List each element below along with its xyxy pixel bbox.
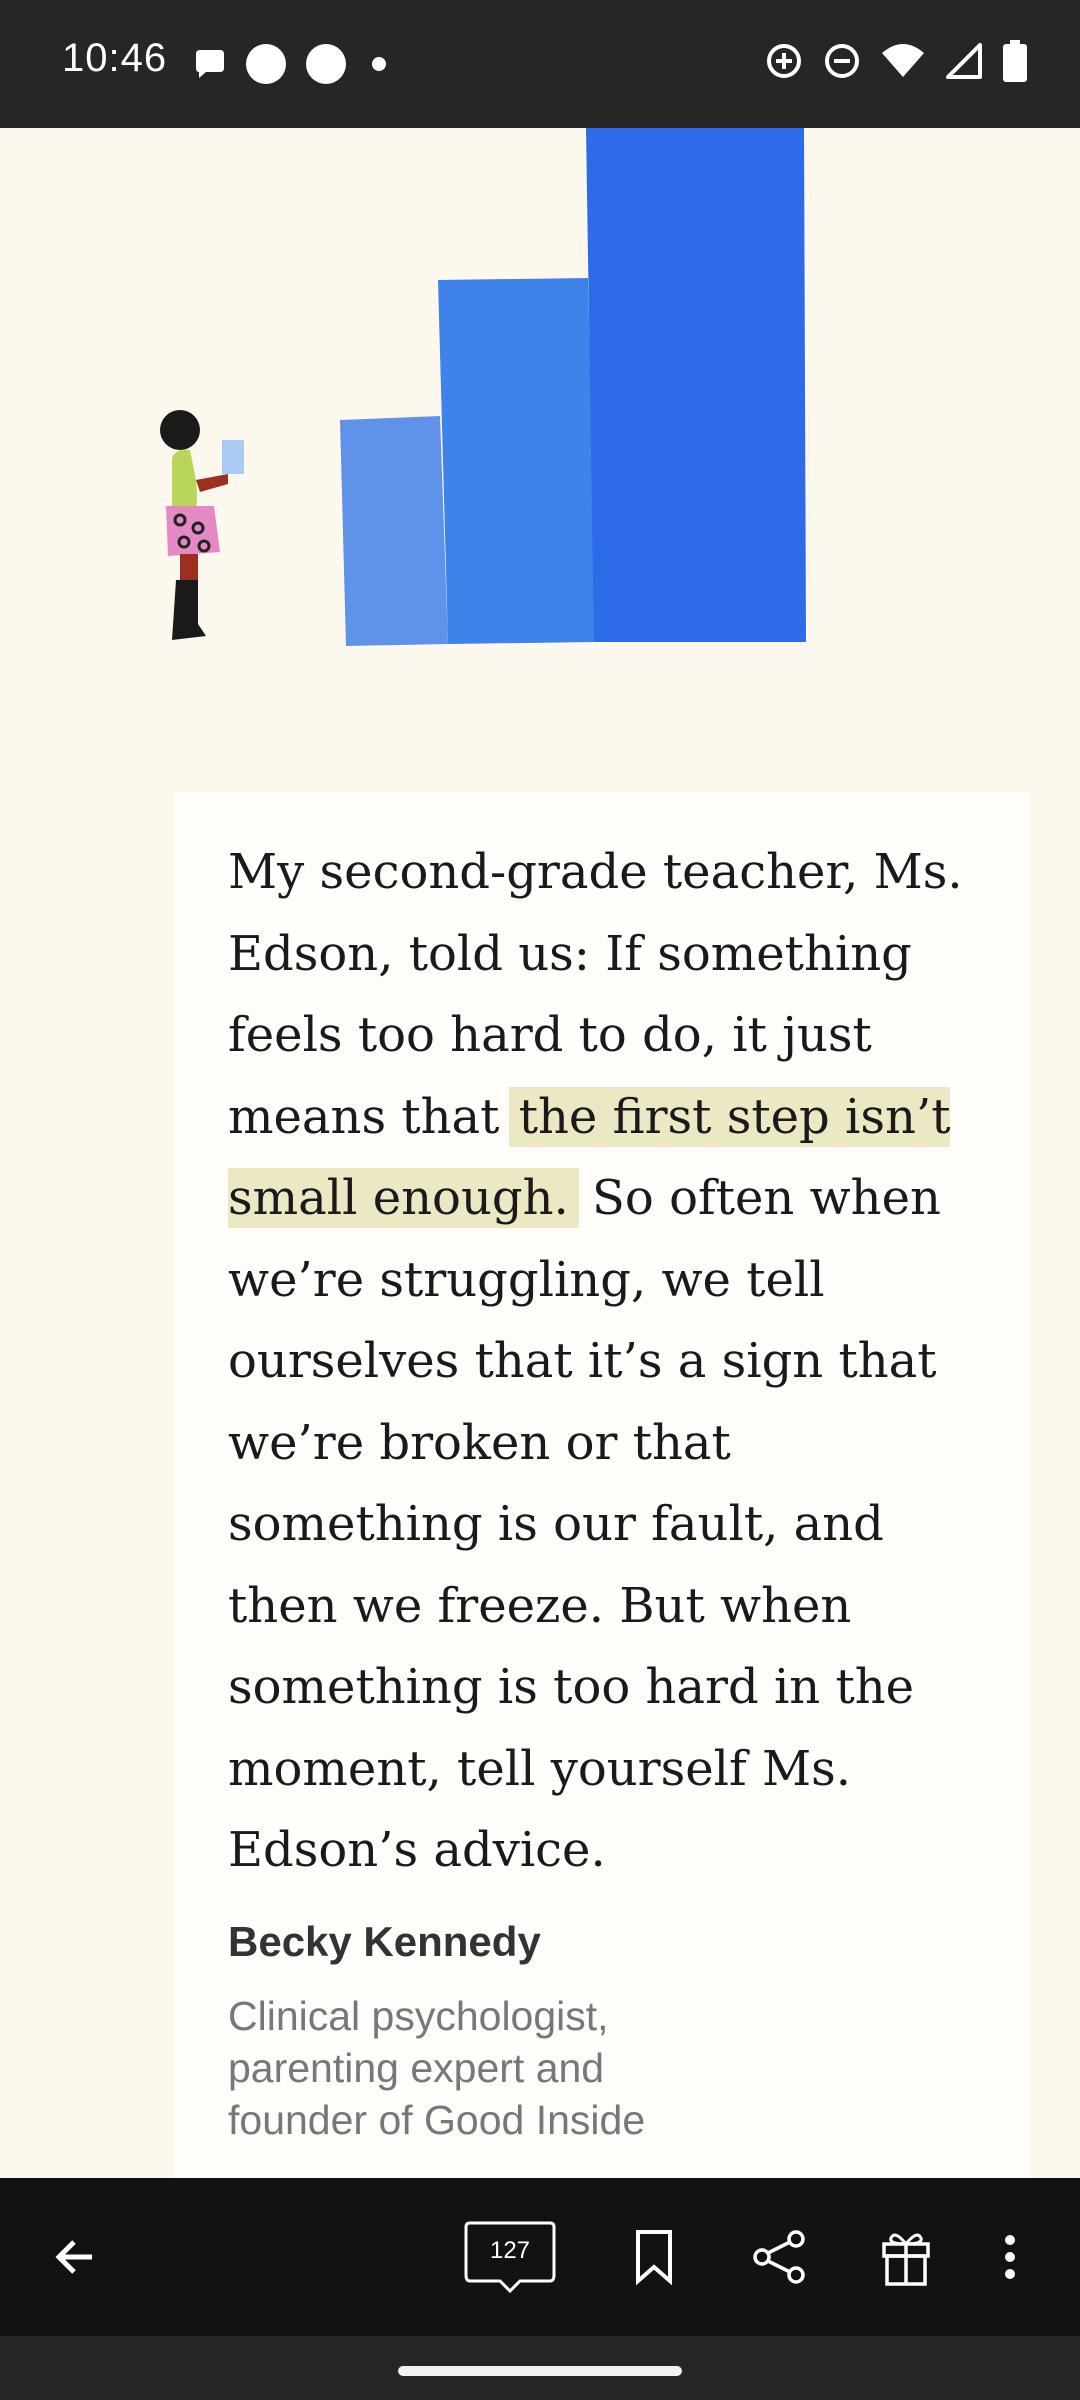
do-not-disturb-icon <box>825 44 859 78</box>
comments-button[interactable]: 127 <box>462 2178 558 2336</box>
author-title: Clinical psychologist, parenting expert … <box>228 1993 646 2143</box>
wifi-icon <box>882 44 924 77</box>
system-icons <box>764 40 1028 82</box>
woman-with-bar-chart-illustration <box>160 128 806 646</box>
home-gesture-handle[interactable] <box>398 2366 682 2376</box>
signal-icon <box>946 43 982 79</box>
status-time: 10:46 <box>62 36 168 80</box>
status-bar: 10:46 <box>0 0 1080 128</box>
arrow-left-icon <box>55 2240 92 2274</box>
article-toolbar: 127 <box>0 2178 1080 2336</box>
bookmark-button[interactable] <box>624 2178 684 2336</box>
quote-text: My second-grade teacher, Ms. Edson, told… <box>228 832 968 1892</box>
gift-button[interactable] <box>876 2178 936 2336</box>
system-navigation-bar <box>0 2336 1080 2400</box>
dot-icon <box>372 57 386 71</box>
quote-text-end: So often when we’re struggling, we tell … <box>228 1170 941 1878</box>
chat-bubble-icon <box>196 50 224 78</box>
battery-icon <box>1003 40 1027 82</box>
gift-icon <box>882 2233 930 2286</box>
share-button[interactable] <box>750 2178 810 2336</box>
comment-count: 127 <box>489 2237 531 2264</box>
more-vert-icon <box>1005 2235 1015 2279</box>
more-options-button[interactable] <box>990 2178 1030 2336</box>
quote-card: My second-grade teacher, Ms. Edson, told… <box>174 792 1030 2178</box>
notification-icons <box>192 42 394 86</box>
data-saver-icon <box>767 44 801 78</box>
back-button[interactable] <box>40 2178 110 2336</box>
share-icon <box>753 2230 805 2284</box>
circle-icon <box>246 44 286 84</box>
bookmark-icon <box>636 2230 672 2285</box>
circle-icon <box>306 44 346 84</box>
author-name: Becky Kennedy <box>228 1918 541 1965</box>
article-illustration <box>0 128 1080 728</box>
